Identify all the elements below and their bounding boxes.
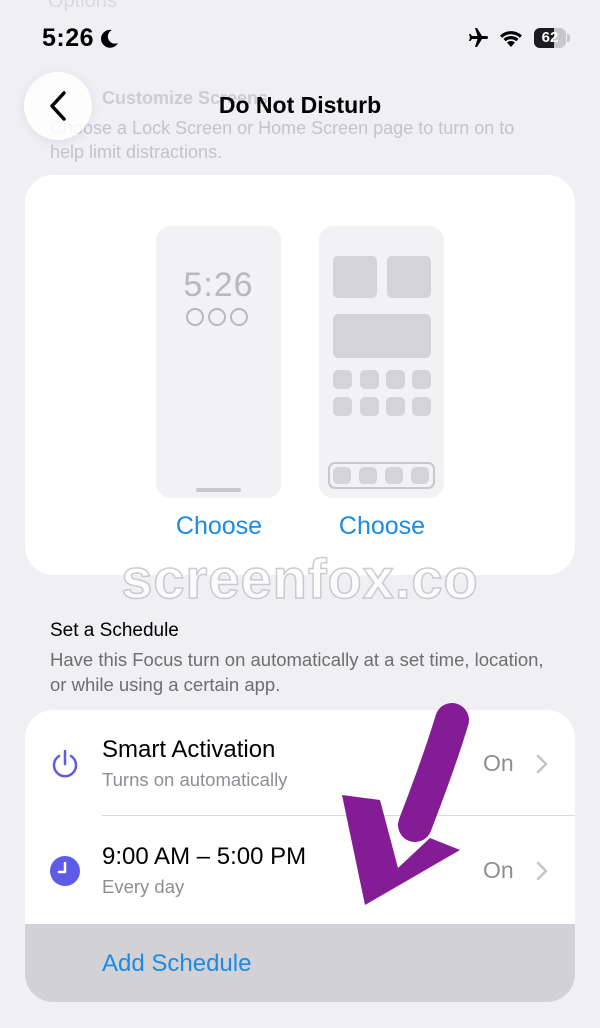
annotation-arrow — [342, 703, 469, 905]
app-icon-placeholder — [386, 397, 405, 416]
moon-icon — [101, 29, 118, 48]
list-item-smart-activation[interactable]: Smart Activation Turns on automatically … — [25, 710, 575, 817]
lock-screen-preview[interactable]: 5:26 — [156, 226, 281, 498]
background-text-top: Options — [48, 0, 117, 12]
app-icon-placeholder — [412, 370, 431, 389]
widget-block — [387, 256, 431, 298]
list-item-value: On — [483, 857, 514, 883]
list-item-time-schedule[interactable]: 9:00 AM – 5:00 PM Every day On — [25, 817, 575, 924]
widget-block — [333, 314, 431, 358]
lock-screen-time: 5:26 — [183, 266, 254, 304]
lock-screen-widgets — [186, 308, 248, 326]
airplane-icon — [469, 28, 488, 47]
app-icon-placeholder — [412, 397, 431, 416]
dock — [328, 462, 435, 489]
home-indicator — [196, 488, 241, 492]
add-schedule-button[interactable]: Add Schedule — [25, 924, 575, 1002]
battery-level: 62 — [541, 29, 559, 46]
section-description: Have this Focus turn on automatically at… — [50, 649, 544, 695]
choose-home-screen-button[interactable]: Choose — [302, 512, 462, 541]
choose-lock-screen-button[interactable]: Choose — [139, 512, 299, 541]
screen-preview-card: 5:26 Choose Choose — [25, 175, 575, 575]
home-screen-preview[interactable] — [319, 226, 444, 498]
widget-circle — [208, 308, 226, 326]
watermark: screenfox.co — [121, 546, 479, 611]
list-item-subtitle: Every day — [102, 876, 185, 897]
background-text-description: Choose a Lock Screen or Home Screen page… — [50, 118, 515, 162]
app-icon-placeholder — [360, 370, 379, 389]
app-icon-placeholder — [333, 397, 352, 416]
app-icon-placeholder — [386, 370, 405, 389]
wifi-icon — [500, 31, 522, 47]
battery-indicator: 62 — [534, 28, 570, 48]
list-item-title: Smart Activation — [102, 736, 276, 763]
app-icon-placeholder — [333, 370, 352, 389]
clock-icon — [50, 856, 80, 886]
list-item-value: On — [483, 750, 514, 776]
chevron-right-icon — [536, 861, 548, 881]
add-schedule-label: Add Schedule — [102, 950, 252, 977]
schedule-list: Smart Activation Turns on automatically … — [25, 710, 575, 1002]
chevron-right-icon — [536, 754, 548, 774]
power-icon — [52, 749, 78, 778]
status-time: 5:26 — [42, 24, 95, 52]
list-item-subtitle: Turns on automatically — [102, 769, 288, 790]
widget-block — [333, 256, 377, 298]
list-item-title: 9:00 AM – 5:00 PM — [102, 843, 307, 870]
app-icon-placeholder — [360, 397, 379, 416]
widget-circle — [186, 308, 204, 326]
widget-circle — [230, 308, 248, 326]
section-title: Set a Schedule — [50, 620, 179, 641]
page-title: Do Not Disturb — [218, 92, 382, 118]
